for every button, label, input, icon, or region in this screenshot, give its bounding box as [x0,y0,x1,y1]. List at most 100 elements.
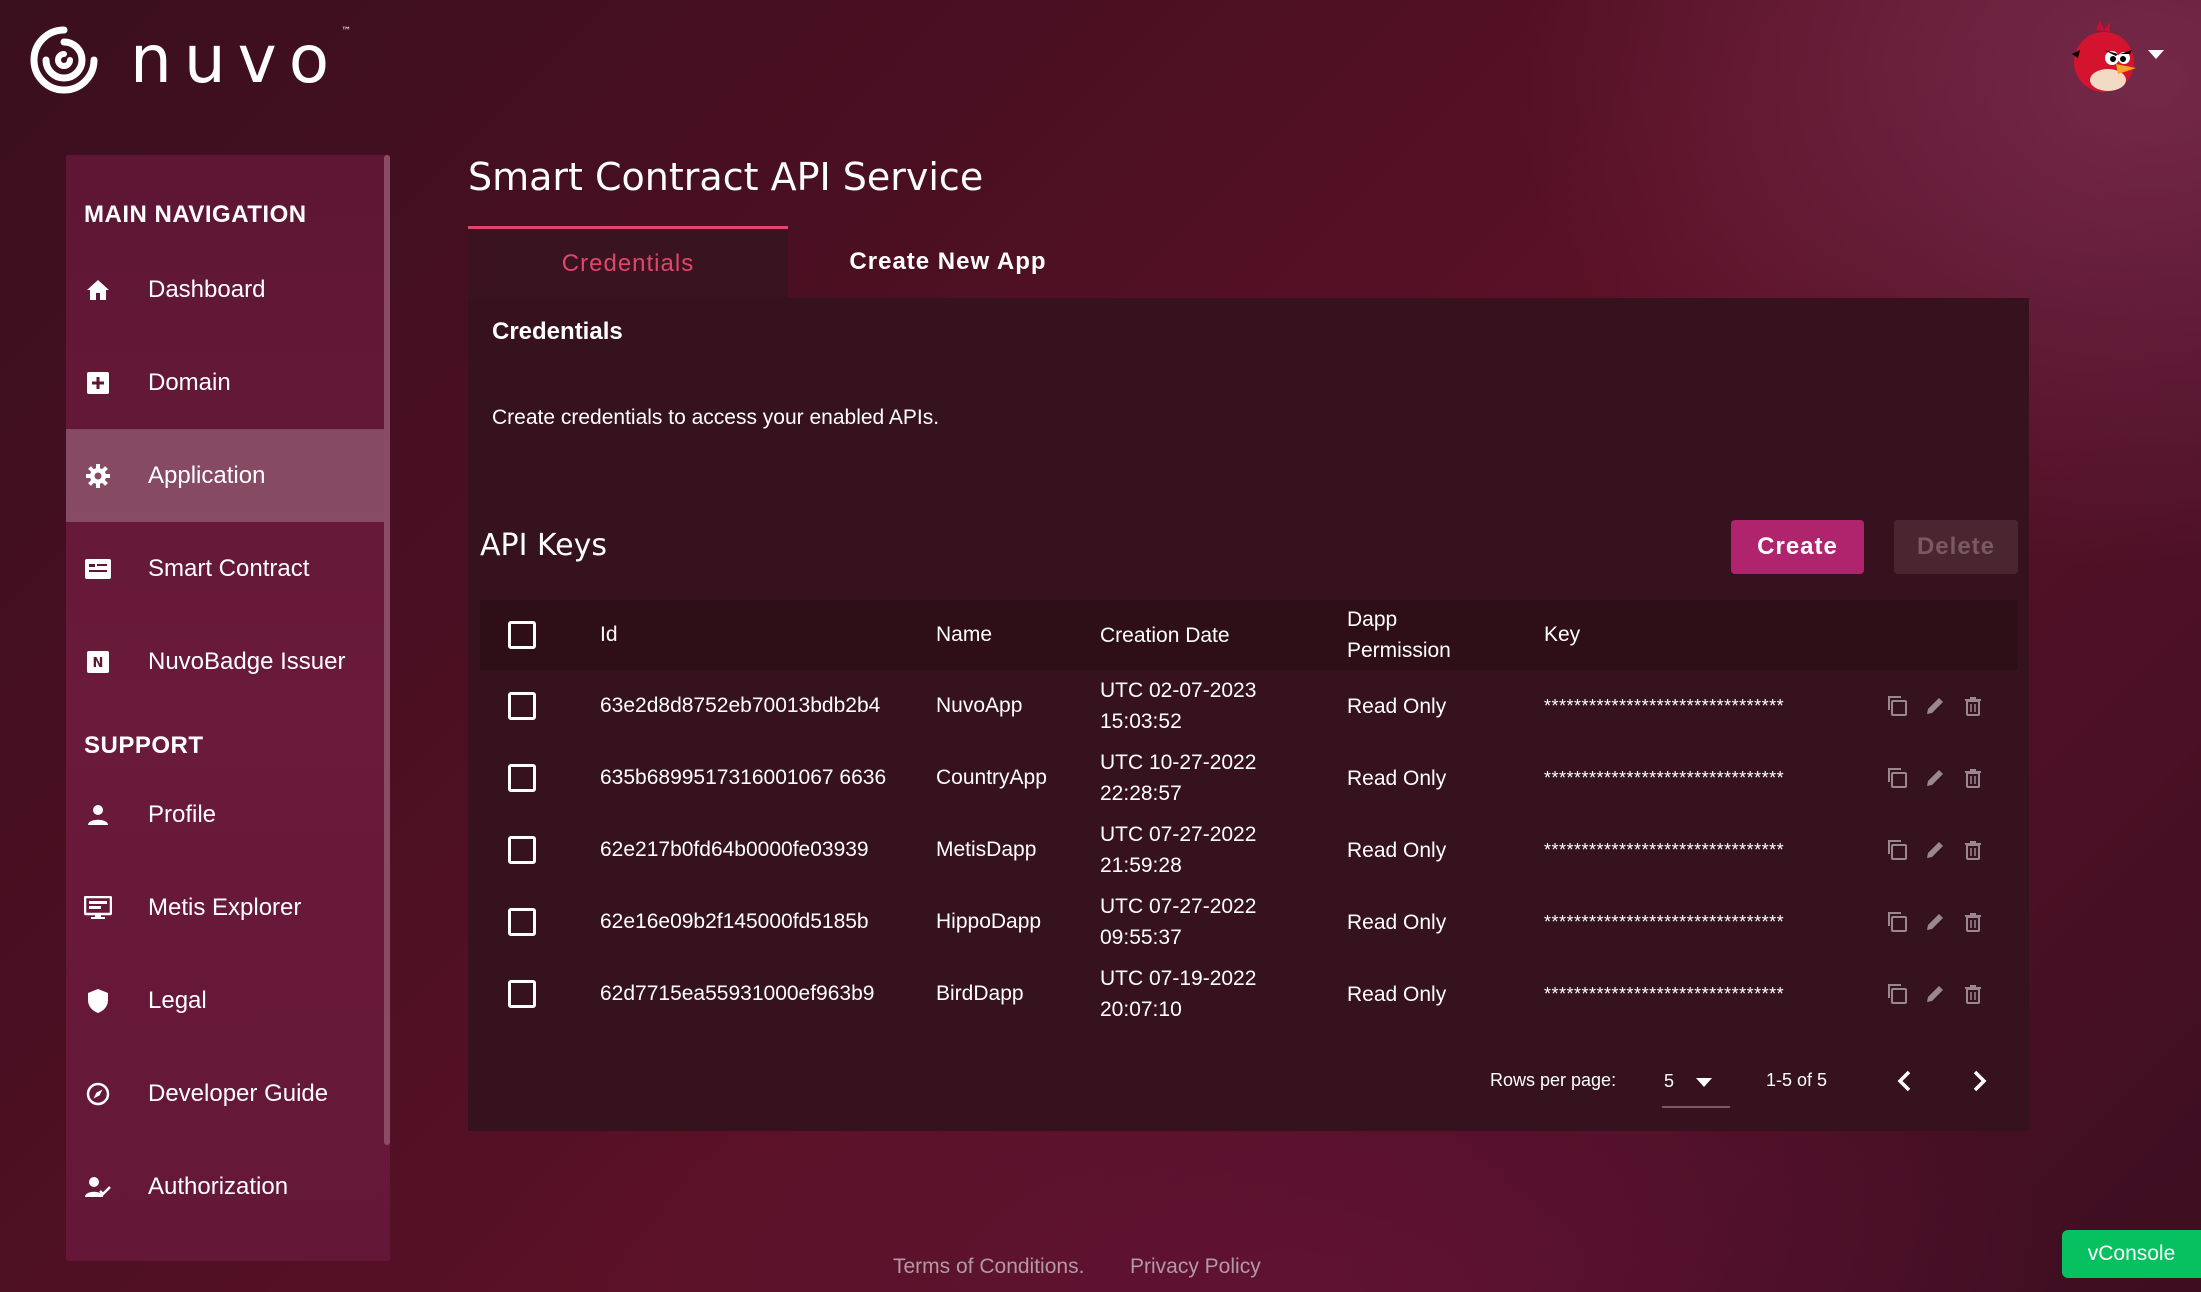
col-header-key[interactable]: Key [1544,623,1885,647]
cell-date: UTC 07-19-2022 20:07:10 [1100,967,1257,1021]
cell-permission: Read Only [1347,910,1447,934]
rows-per-page-value: 5 [1664,1070,1675,1091]
cell-date: UTC 10-27-2022 22:28:57 [1100,751,1257,805]
brand-name: nuvo™ [130,21,352,98]
cell-date: UTC 07-27-2022 21:59:28 [1100,823,1257,877]
col-header-id[interactable]: Id [600,623,936,647]
sidebar-item-authorization[interactable]: Authorization [66,1140,390,1233]
create-button[interactable]: Create [1731,520,1864,574]
credentials-card: Credentials Create credentials to access… [468,298,2029,1131]
vconsole-button[interactable]: vConsole [2062,1230,2201,1278]
cell-key: ******************************** [1544,911,1785,932]
rows-per-page-select[interactable]: 5 [1662,1056,1730,1108]
chevron-right-icon[interactable] [1968,1068,1990,1099]
nuvo-swirl-icon [30,26,98,94]
edit-icon[interactable] [1923,910,1947,934]
sidebar-item-label: Domain [148,368,231,396]
terms-link[interactable]: Terms of Conditions. [893,1255,1084,1279]
pagination: Rows per page: 5 1-5 of 5 [468,1056,2029,1108]
card-description: Create credentials to access your enable… [492,406,940,429]
sidebar-item-label: Developer Guide [148,1079,329,1107]
cell-name: MetisDapp [936,838,1037,861]
shield-icon [84,987,112,1015]
row-checkbox[interactable] [508,980,536,1008]
sidebar-item-legal[interactable]: Legal [66,954,390,1047]
table-row: 62e16e09b2f145000fd5185b HippoDapp UTC 0… [480,886,2018,958]
sidebar-scrollbar[interactable] [384,155,390,1145]
badge-n-icon: N [84,648,112,676]
chevron-left-icon[interactable] [1894,1068,1916,1099]
card-icon [84,555,112,583]
tab-create-new-app[interactable]: Create New App [788,226,1108,298]
cell-name: CountryApp [936,766,1047,789]
edit-icon[interactable] [1923,694,1947,718]
delete-icon[interactable] [1961,766,1985,790]
copy-icon[interactable] [1885,694,1909,718]
delete-icon[interactable] [1961,910,1985,934]
cell-permission: Read Only [1347,694,1447,718]
section-support: SUPPORT [84,732,204,759]
cell-name: HippoDapp [936,910,1042,933]
col-header-name[interactable]: Name [936,623,1100,647]
cell-key: ******************************** [1544,983,1785,1004]
cell-date: UTC 07-27-2022 09:55:37 [1100,895,1257,949]
cell-key: ******************************** [1544,839,1785,860]
copy-icon[interactable] [1885,982,1909,1006]
table-row: 635b6899517316001067 6636 CountryApp UTC… [480,742,2018,814]
col-header-dapp-permission[interactable]: Dapp Permission [1347,604,1544,666]
plus-box-icon [84,369,112,397]
row-checkbox[interactable] [508,692,536,720]
sidebar-item-profile[interactable]: Profile [66,768,390,861]
copy-icon[interactable] [1885,838,1909,862]
rows-per-page-label: Rows per page: [1490,1070,1617,1090]
copy-icon[interactable] [1885,766,1909,790]
caret-down-icon [1696,1078,1712,1087]
sidebar-item-nuvobadge-issuer[interactable]: N NuvoBadge Issuer [66,615,390,708]
sidebar-item-smart-contract[interactable]: Smart Contract [66,522,390,615]
person-icon [84,801,112,829]
sidebar-item-label: Smart Contract [148,554,310,582]
table-header: Id Name Creation Date Dapp Permission Ke… [480,600,2018,670]
edit-icon[interactable] [1923,982,1947,1006]
privacy-link[interactable]: Privacy Policy [1130,1255,1261,1279]
chevron-down-icon [2148,49,2164,59]
sidebar-item-label: NuvoBadge Issuer [148,647,346,675]
cell-name: BirdDapp [936,982,1024,1005]
sidebar-item-application[interactable]: Application [66,429,390,522]
delete-icon[interactable] [1961,982,1985,1006]
edit-icon[interactable] [1923,766,1947,790]
user-menu[interactable] [2066,20,2164,96]
nuvo-logo[interactable]: nuvo™ [28,20,351,100]
sidebar-item-metis-explorer[interactable]: Metis Explorer [66,861,390,954]
api-keys-table: Id Name Creation Date Dapp Permission Ke… [480,600,2018,1030]
angry-bird-avatar-icon [2072,20,2136,92]
sidebar-item-label: Application [148,461,266,489]
copy-icon[interactable] [1885,910,1909,934]
cell-id: 62e217b0fd64b0000fe03939 [600,838,869,861]
delete-icon[interactable] [1961,694,1985,718]
col-header-label: Dapp [1347,608,1398,631]
page-title: Smart Contract API Service [468,155,984,199]
edit-icon[interactable] [1923,838,1947,862]
monitor-icon [84,894,112,922]
sidebar-item-domain[interactable]: Domain [66,336,390,429]
select-all-checkbox[interactable] [508,621,536,649]
row-checkbox[interactable] [508,908,536,936]
sidebar-item-dashboard[interactable]: Dashboard [66,243,390,336]
home-icon [84,276,112,304]
tab-bar: Credentials Create New App [468,226,1108,298]
cell-permission: Read Only [1347,982,1447,1006]
page-range: 1-5 of 5 [1766,1070,1828,1090]
delete-icon[interactable] [1961,838,1985,862]
sidebar: MAIN NAVIGATION Dashboard Domain Applica… [66,155,390,1261]
cell-id: 63e2d8d8752eb70013bdb2b4 [600,694,881,717]
col-header-label: Permission [1347,639,1451,662]
cell-date: UTC 02-07-2023 15:03:52 [1100,679,1257,733]
row-checkbox[interactable] [508,764,536,792]
delete-button[interactable]: Delete [1894,520,2018,574]
tab-credentials[interactable]: Credentials [468,226,788,298]
sidebar-item-developer-guide[interactable]: Developer Guide [66,1047,390,1140]
sidebar-item-label: Profile [148,800,217,828]
col-header-creation-date[interactable]: Creation Date [1100,620,1347,651]
row-checkbox[interactable] [508,836,536,864]
